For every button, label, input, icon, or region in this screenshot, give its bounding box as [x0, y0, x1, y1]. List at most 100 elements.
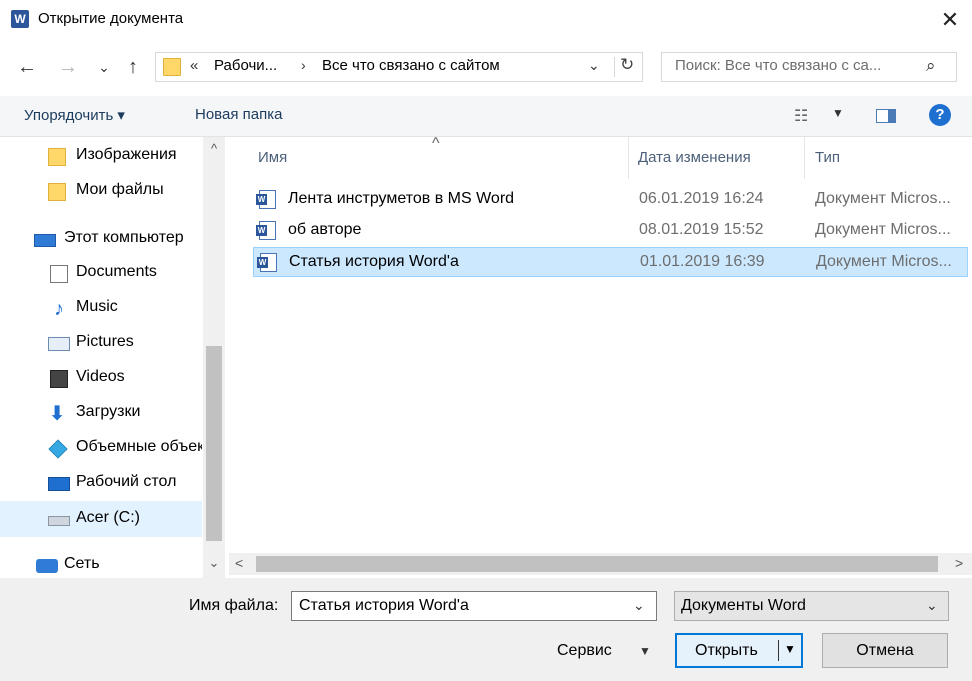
sidebar-item-images[interactable]: Изображения — [0, 142, 202, 170]
view-dropdown-icon[interactable]: ▼ — [832, 106, 844, 120]
new-folder-button[interactable]: Новая папка — [195, 106, 282, 123]
up-arrow-icon[interactable]: ↑ — [120, 52, 146, 82]
sidebar-item-pictures[interactable]: Pictures — [0, 329, 202, 357]
file-date: 08.01.2019 15:52 — [639, 221, 764, 238]
hard-drive-icon — [48, 516, 70, 526]
horizontal-scrollbar[interactable]: < > — [229, 553, 972, 575]
column-header-name[interactable]: Имя — [258, 149, 287, 166]
address-bar[interactable]: « Рабочи... › Все что связано с сайтом ⌄… — [155, 52, 643, 82]
file-row[interactable]: об авторе 08.01.2019 15:52 Документ Micr… — [253, 216, 968, 246]
file-type-dropdown-icon[interactable]: ⌄ — [926, 597, 938, 614]
refresh-icon[interactable]: ↻ — [620, 55, 634, 75]
sidebar-item-label: Изображения — [76, 146, 177, 163]
scrollbar-thumb[interactable] — [256, 556, 938, 572]
sidebar-item-downloads[interactable]: ⬇ Загрузки — [0, 399, 202, 427]
cancel-button[interactable]: Отмена — [822, 633, 948, 668]
column-header-type[interactable]: Тип — [815, 149, 840, 166]
breadcrumb-segment-desktop[interactable]: Рабочи... — [214, 57, 277, 74]
sidebar-item-3d-objects[interactable]: Объемные объекты — [0, 434, 202, 462]
preview-pane-icon[interactable] — [876, 109, 896, 123]
file-date: 01.01.2019 16:39 — [640, 253, 765, 270]
filename-field[interactable]: Статья история Word'a ⌄ — [291, 591, 657, 621]
file-list: ^ Имя Дата изменения Тип Лента инструмет… — [229, 135, 972, 578]
file-type-value: Документы Word — [681, 597, 806, 614]
tools-button[interactable]: Сервис — [557, 642, 612, 660]
sidebar-item-network[interactable]: Сеть — [0, 551, 202, 579]
folder-icon — [163, 58, 181, 76]
forward-arrow-icon[interactable]: → — [55, 52, 81, 82]
column-divider[interactable] — [804, 137, 805, 179]
sidebar-item-label: Pictures — [76, 333, 134, 350]
sidebar-item-music[interactable]: ♪ Music — [0, 294, 202, 322]
sidebar-item-drive-c[interactable]: Acer (C:) — [0, 505, 202, 533]
file-row-selected[interactable]: Статья история Word'a 01.01.2019 16:39 Д… — [253, 247, 968, 277]
navigation-bar: ← → ⌄ ↑ « Рабочи... › Все что связано с … — [0, 44, 972, 90]
column-header-date[interactable]: Дата изменения — [638, 149, 751, 166]
organize-button[interactable]: Упорядочить ▾ — [24, 106, 125, 124]
close-icon[interactable]: ✕ — [932, 2, 968, 38]
search-icon[interactable]: ⌕ — [926, 56, 936, 76]
breadcrumb-segment-current[interactable]: Все что связано с сайтом — [322, 57, 500, 74]
search-box[interactable]: Поиск: Все что связано с са... ⌕ — [661, 52, 957, 82]
help-icon[interactable]: ? — [929, 104, 951, 126]
sidebar-item-videos[interactable]: Videos — [0, 364, 202, 392]
scroll-left-icon[interactable]: < — [235, 555, 243, 571]
sidebar-item-label: Music — [76, 298, 118, 315]
command-toolbar: Упорядочить ▾ Новая папка ☷ ▼ ? — [0, 96, 972, 137]
word-document-icon — [256, 190, 276, 209]
music-note-icon: ♪ — [54, 298, 64, 320]
sidebar-item-documents[interactable]: Documents — [0, 259, 202, 287]
scroll-up-icon[interactable]: ^ — [203, 141, 225, 156]
title-bar: W Открытие документа ✕ — [0, 0, 972, 40]
sidebar-item-label: Этот компьютер — [64, 229, 184, 246]
filename-value[interactable]: Статья история Word'a — [299, 597, 469, 615]
recent-locations-chevron-icon[interactable]: ⌄ — [91, 52, 117, 82]
sidebar-item-label: Сеть — [64, 555, 100, 572]
word-app-icon: W — [11, 10, 29, 28]
sidebar-item-label: Рабочий стол — [76, 473, 177, 490]
breadcrumb-separator-icon[interactable]: › — [301, 57, 306, 73]
app-icon-letter: W — [14, 12, 26, 26]
word-document-icon — [257, 253, 277, 272]
sidebar-item-this-pc[interactable]: Этот компьютер — [0, 225, 202, 253]
sidebar-item-my-files[interactable]: Мои файлы — [0, 177, 202, 205]
file-name: Лента инструметов в MS Word — [288, 190, 515, 207]
scrollbar-thumb[interactable] — [206, 346, 222, 541]
file-row[interactable]: Лента инструметов в MS Word 06.01.2019 1… — [253, 185, 968, 215]
split-divider — [778, 640, 779, 661]
cancel-button-label: Отмена — [856, 642, 914, 659]
file-type: Документ Micros... — [815, 190, 951, 207]
sidebar-item-label: Мои файлы — [76, 181, 164, 198]
documents-icon — [50, 265, 68, 283]
sidebar-item-label: Acer (C:) — [76, 509, 140, 526]
cube-icon — [48, 439, 68, 459]
navigation-pane: Изображения Мои файлы Этот компьютер Doc… — [0, 137, 228, 578]
sidebar-item-label: Объемные объекты — [76, 438, 202, 455]
address-divider — [614, 57, 615, 77]
pictures-icon — [48, 337, 70, 351]
sidebar-item-desktop[interactable]: Рабочий стол — [0, 469, 202, 497]
open-button[interactable]: Открыть ▼ — [675, 633, 803, 668]
address-dropdown-icon[interactable]: ⌄ — [588, 57, 600, 74]
filename-dropdown-icon[interactable]: ⌄ — [633, 597, 645, 614]
change-view-icon[interactable]: ☷ — [794, 106, 808, 126]
search-input[interactable]: Поиск: Все что связано с са... — [675, 57, 881, 74]
back-arrow-icon[interactable]: ← — [14, 52, 40, 82]
file-type: Документ Micros... — [815, 221, 951, 238]
scroll-down-icon[interactable]: ⌄ — [203, 555, 225, 571]
dialog-footer: Имя файла: Статья история Word'a ⌄ Докум… — [0, 578, 972, 681]
desktop-icon — [48, 477, 70, 491]
sidebar-item-label: Загрузки — [76, 403, 141, 420]
scroll-right-icon[interactable]: > — [955, 555, 963, 571]
column-divider[interactable] — [628, 137, 629, 179]
open-dropdown-icon[interactable]: ▼ — [784, 642, 796, 656]
download-arrow-icon: ⬇ — [48, 403, 66, 425]
nav-pane-scrollbar[interactable]: ^ ⌄ — [203, 137, 225, 578]
file-type-select[interactable]: Документы Word ⌄ — [674, 591, 949, 621]
film-icon — [50, 370, 68, 388]
file-name: Статья история Word'a — [289, 253, 459, 270]
computer-icon — [34, 234, 56, 247]
file-date: 06.01.2019 16:24 — [639, 190, 764, 207]
address-overflow-chevron[interactable]: « — [190, 57, 198, 74]
tools-dropdown-icon[interactable]: ▼ — [639, 644, 651, 658]
